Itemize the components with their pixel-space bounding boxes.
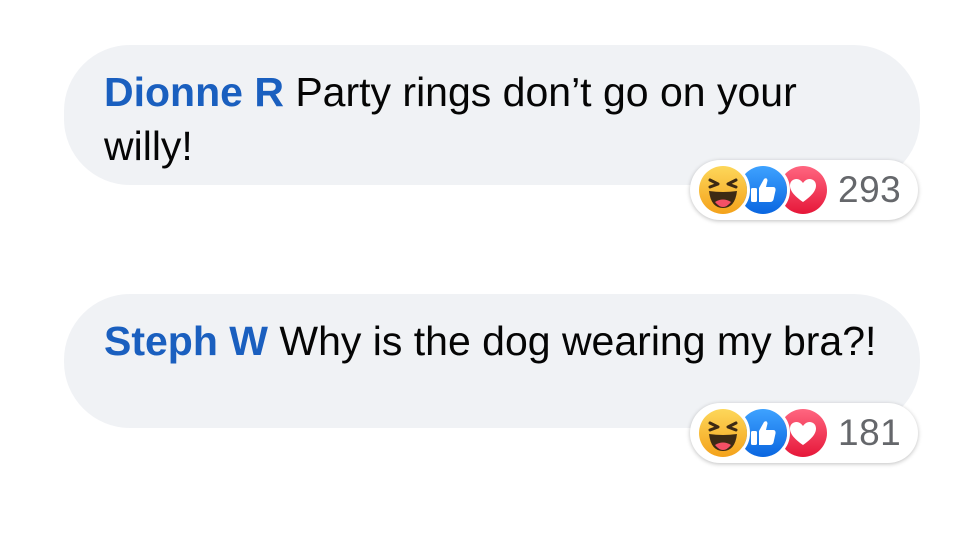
comment-text: Dionne R Party rings don’t go on your wi… <box>104 65 884 173</box>
comment-text: Steph W Why is the dog wearing my bra?! <box>104 314 884 368</box>
reactions-summary[interactable]: 293 <box>690 160 918 220</box>
comment-body: Why is the dog wearing my bra?! <box>267 318 877 364</box>
reaction-count: 181 <box>838 412 902 453</box>
comment-author[interactable]: Dionne R <box>104 69 284 115</box>
haha-icon <box>696 163 750 217</box>
haha-icon <box>696 406 750 460</box>
reactions-summary[interactable]: 181 <box>690 403 918 463</box>
reaction-count: 293 <box>838 169 902 210</box>
comment-author[interactable]: Steph W <box>104 318 268 364</box>
